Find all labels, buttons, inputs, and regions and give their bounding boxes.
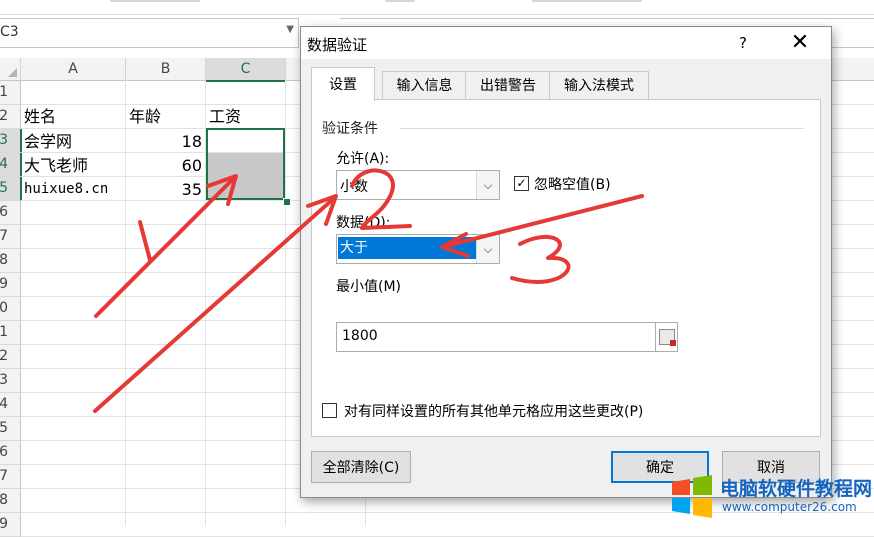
column-header-b[interactable]: B xyxy=(126,58,206,81)
allow-value: 小数 xyxy=(340,179,368,195)
data-select[interactable]: 大于 ⌵ xyxy=(336,234,500,264)
row-header[interactable]: 10 xyxy=(0,297,21,321)
cell-b5[interactable]: 35 xyxy=(126,178,202,201)
ribbon-text-ghost xyxy=(385,0,415,2)
row-header[interactable]: 6 xyxy=(0,201,21,225)
chevron-down-icon[interactable]: ▼ xyxy=(286,24,294,35)
chevron-down-icon[interactable]: ⌵ xyxy=(476,235,499,263)
row-header-label: 5 xyxy=(0,177,8,200)
watermark-url: www.computer26.com xyxy=(722,500,857,514)
range-select-icon xyxy=(659,329,676,346)
tab-settings[interactable]: 设置 xyxy=(311,67,375,101)
ignore-blank-label[interactable]: 忽略空值(B) xyxy=(534,174,611,194)
cell-a3[interactable]: 会学网 xyxy=(24,130,72,153)
row-header-label: 14 xyxy=(0,393,8,416)
allow-label: 允许(A): xyxy=(336,151,390,167)
apply-all-label[interactable]: 对有同样设置的所有其他单元格应用这些更改(P) xyxy=(344,401,643,421)
cell-b3[interactable]: 18 xyxy=(126,130,202,153)
row-header[interactable]: 17 xyxy=(0,465,21,489)
row-header[interactable]: 11 xyxy=(0,321,21,345)
name-box[interactable]: C3 ▼ xyxy=(0,18,299,48)
row-header-label: 15 xyxy=(0,417,8,440)
select-all-corner[interactable] xyxy=(0,58,21,81)
row-header[interactable]: 19 xyxy=(0,513,21,537)
minimum-value: 1800 xyxy=(342,328,378,344)
tab-error-alert[interactable]: 出错警告 xyxy=(465,71,551,100)
row-header[interactable]: 8 xyxy=(0,249,21,273)
row-header[interactable]: 1 xyxy=(0,81,21,105)
row-header-label: 2 xyxy=(0,105,8,128)
row-header[interactable]: 15 xyxy=(0,417,21,441)
minimum-label: 最小值(M) xyxy=(336,279,402,295)
tab-ime-mode[interactable]: 输入法模式 xyxy=(549,71,649,100)
row-header-label: 17 xyxy=(0,465,8,488)
row-header[interactable]: 4 xyxy=(0,153,22,177)
settings-panel: 验证条件 允许(A): 小数 ⌵ ✓ 忽略空值(B) 数据(D): 大于 ⌵ 最… xyxy=(311,99,821,437)
row-header[interactable]: 2 xyxy=(0,105,21,129)
ribbon-remnant xyxy=(0,0,874,15)
data-value: 大于 xyxy=(338,237,480,259)
name-box-value: C3 xyxy=(0,24,19,40)
row-header[interactable]: 18 xyxy=(0,489,21,513)
cell-b2[interactable]: 年龄 xyxy=(129,105,161,128)
row-header-label: 1 xyxy=(0,81,8,104)
row-header[interactable]: 7 xyxy=(0,225,21,249)
column-header-c[interactable]: C xyxy=(206,58,286,82)
tab-input-message[interactable]: 输入信息 xyxy=(382,71,467,100)
column-header-a[interactable]: A xyxy=(21,58,126,81)
row-header[interactable]: 16 xyxy=(0,441,21,465)
row-header-label: 10 xyxy=(0,297,8,320)
row-header-label: 7 xyxy=(0,225,8,248)
group-divider xyxy=(400,128,804,129)
row-header-label: 13 xyxy=(0,369,8,392)
cell-c2[interactable]: 工资 xyxy=(209,105,241,128)
apply-all-checkbox[interactable] xyxy=(322,403,337,418)
ribbon-text-ghost xyxy=(532,0,642,2)
data-validation-dialog: 数据验证 ? ✕ 设置 输入信息 出错警告 输入法模式 验证条件 允许(A): … xyxy=(300,26,832,498)
ribbon-text-ghost xyxy=(110,0,200,2)
row-header[interactable]: 12 xyxy=(0,345,21,369)
clear-all-button[interactable]: 全部清除(C) xyxy=(311,451,411,483)
row-header-label: 3 xyxy=(0,129,8,152)
data-label: 数据(D): xyxy=(336,215,391,231)
row-header-label: 11 xyxy=(0,321,8,344)
row-header[interactable]: 3 xyxy=(0,129,22,153)
cell-b4[interactable]: 60 xyxy=(126,154,202,177)
row-header-label: 8 xyxy=(0,249,8,272)
range-select-button[interactable] xyxy=(656,322,678,352)
row-header-label: 9 xyxy=(0,273,8,296)
ignore-blank-checkbox[interactable]: ✓ xyxy=(514,176,529,191)
help-icon[interactable]: ? xyxy=(729,31,757,55)
row-header[interactable]: 14 xyxy=(0,393,21,417)
row-header-label: 12 xyxy=(0,345,8,368)
row-header[interactable]: 13 xyxy=(0,369,21,393)
selection-border xyxy=(206,128,285,200)
row-header[interactable]: 9 xyxy=(0,273,21,297)
row-header-label: 16 xyxy=(0,441,8,464)
cell-a2[interactable]: 姓名 xyxy=(24,105,56,128)
windows-logo-icon xyxy=(672,475,712,518)
watermark: 电脑软硬件教程网 www.computer26.com xyxy=(668,470,874,526)
chevron-down-icon[interactable]: ⌵ xyxy=(476,171,499,199)
column-grid-line xyxy=(285,80,286,526)
dialog-title: 数据验证 xyxy=(307,36,368,54)
validation-criteria-title: 验证条件 xyxy=(322,121,378,137)
dialog-titlebar[interactable]: 数据验证 ? ✕ xyxy=(301,27,831,59)
close-icon[interactable]: ✕ xyxy=(783,29,817,57)
row-header-label: 18 xyxy=(0,489,8,512)
cell-a5[interactable]: huixue8.cn xyxy=(24,178,108,201)
fill-handle[interactable] xyxy=(283,198,291,206)
minimum-input[interactable]: 1800 xyxy=(336,322,656,352)
row-header-label: 6 xyxy=(0,201,8,224)
watermark-title: 电脑软硬件教程网 xyxy=(720,478,873,500)
allow-select[interactable]: 小数 ⌵ xyxy=(336,170,500,200)
row-header[interactable]: 5 xyxy=(0,177,22,201)
row-header-label: 4 xyxy=(0,153,8,176)
row-header-label: 19 xyxy=(0,513,8,536)
cell-a4[interactable]: 大飞老师 xyxy=(24,154,88,177)
